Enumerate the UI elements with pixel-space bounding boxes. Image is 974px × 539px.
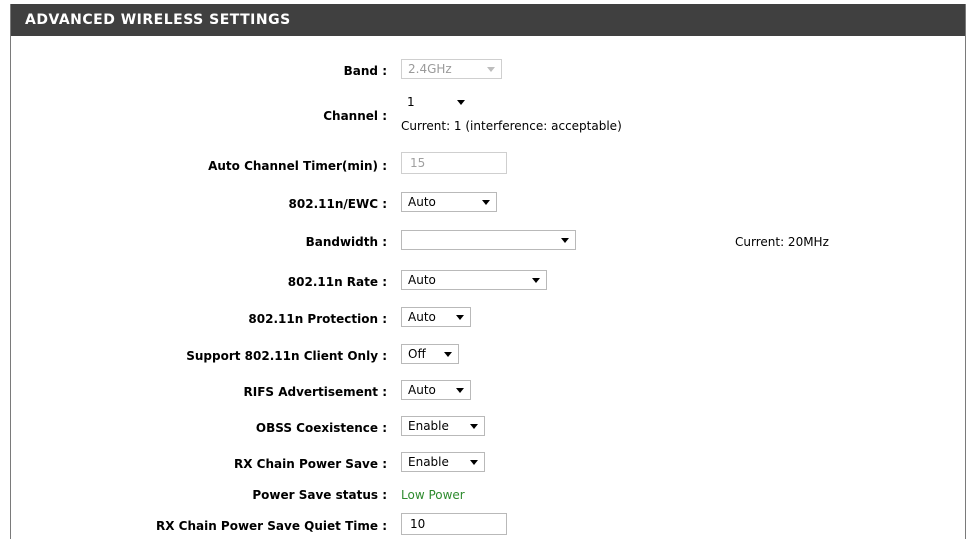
auto-channel-timer-input[interactable]: 15 <box>401 152 507 174</box>
power-save-status-label: Power Save status : <box>252 488 387 502</box>
quiet-time-input[interactable]: 10 <box>401 513 507 535</box>
client-only-select[interactable]: Off <box>401 344 459 364</box>
bandwidth-current: Current: 20MHz <box>735 235 829 249</box>
band-value: 2.4GHz <box>408 62 452 76</box>
ewc-value: Auto <box>408 195 436 209</box>
rate-select[interactable]: Auto <box>401 270 547 290</box>
advanced-wireless-panel: ADVANCED WIRELESS SETTINGS Band : 2.4GHz… <box>10 4 966 539</box>
ewc-label: 802.11n/EWC : <box>288 197 387 211</box>
client-only-label: Support 802.11n Client Only : <box>186 349 387 363</box>
obss-value: Enable <box>408 419 449 433</box>
ewc-select[interactable]: Auto <box>401 192 497 212</box>
chevron-down-icon <box>470 424 478 429</box>
power-save-status-value: Low Power <box>401 488 465 502</box>
chevron-down-icon <box>470 460 478 465</box>
section-title: ADVANCED WIRELESS SETTINGS <box>11 4 965 36</box>
obss-label: OBSS Coexistence : <box>255 421 387 435</box>
protection-label: 802.11n Protection : <box>248 312 387 326</box>
channel-label: Channel : <box>323 109 387 123</box>
bandwidth-select[interactable] <box>401 230 576 250</box>
quiet-time-label: RX Chain Power Save Quiet Time : <box>155 519 387 533</box>
rifs-value: Auto <box>408 383 436 397</box>
protection-value: Auto <box>408 310 436 324</box>
rate-label: 802.11n Rate : <box>287 275 387 289</box>
chevron-down-icon <box>456 388 464 393</box>
chevron-down-icon <box>456 315 464 320</box>
chevron-down-icon <box>532 278 540 283</box>
rx-power-save-select[interactable]: Enable <box>401 452 485 472</box>
channel-value: 1 <box>407 95 415 109</box>
chevron-down-icon <box>482 200 490 205</box>
rx-power-save-value: Enable <box>408 455 449 469</box>
chevron-down-icon <box>457 100 465 105</box>
chevron-down-icon <box>561 238 569 243</box>
rifs-label: RIFS Advertisement : <box>243 385 387 399</box>
obss-select[interactable]: Enable <box>401 416 485 436</box>
auto-channel-timer-label: Auto Channel Timer(min) : <box>208 159 387 173</box>
client-only-value: Off <box>408 347 426 361</box>
protection-select[interactable]: Auto <box>401 307 471 327</box>
bandwidth-label: Bandwidth : <box>305 235 387 249</box>
rate-value: Auto <box>408 273 436 287</box>
chevron-down-icon <box>444 352 452 357</box>
band-select[interactable]: 2.4GHz <box>401 59 502 79</box>
channel-select[interactable]: 1 <box>401 93 471 111</box>
rifs-select[interactable]: Auto <box>401 380 471 400</box>
band-label: Band : <box>343 64 387 78</box>
chevron-down-icon <box>487 67 495 72</box>
rx-power-save-label: RX Chain Power Save : <box>234 457 387 471</box>
channel-current: Current: 1 (interference: acceptable) <box>401 119 622 133</box>
